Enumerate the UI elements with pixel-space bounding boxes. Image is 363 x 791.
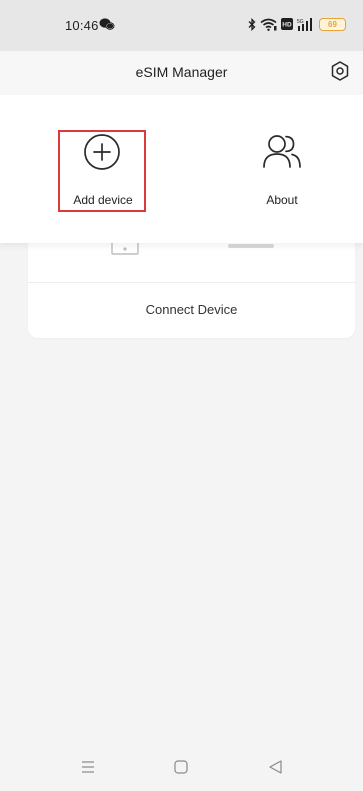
screen: 10:46 HD 5G 69 eSIM Manager Connect Devi… [0,0,363,791]
hd-icon: HD [281,18,293,30]
page-title: eSIM Manager [135,64,228,80]
signal-icon: 5G [297,17,312,31]
divider [28,282,355,283]
svg-text:HD: HD [282,22,292,29]
device-bar-icon [228,244,274,248]
wechat-icon [99,18,115,30]
app-header: eSIM Manager [0,51,363,95]
connect-device-button[interactable]: Connect Device [28,302,355,317]
menu-item-label: About [266,193,298,207]
home-icon[interactable] [171,757,191,777]
back-icon[interactable] [266,757,286,777]
menu-item-about[interactable]: About [182,95,363,243]
status-time: 10:46 [65,18,99,33]
status-bar: 10:46 HD 5G 69 [0,0,363,51]
nav-bar [0,739,363,791]
gear-icon[interactable] [329,60,351,82]
plus-circle-icon [84,134,120,170]
bluetooth-icon [248,17,256,31]
menu-item-label: Add device [73,193,133,207]
battery-level: 69 [328,19,337,29]
users-icon [263,135,301,168]
status-icons: HD 5G 69 [248,16,346,32]
popup-menu: Add device About [0,95,363,243]
menu-item-add-device[interactable]: Add device [0,95,181,243]
wifi-icon [260,18,277,31]
menu-icon[interactable] [78,757,98,777]
device-icon [111,241,139,255]
battery-icon: 69 [319,17,346,31]
